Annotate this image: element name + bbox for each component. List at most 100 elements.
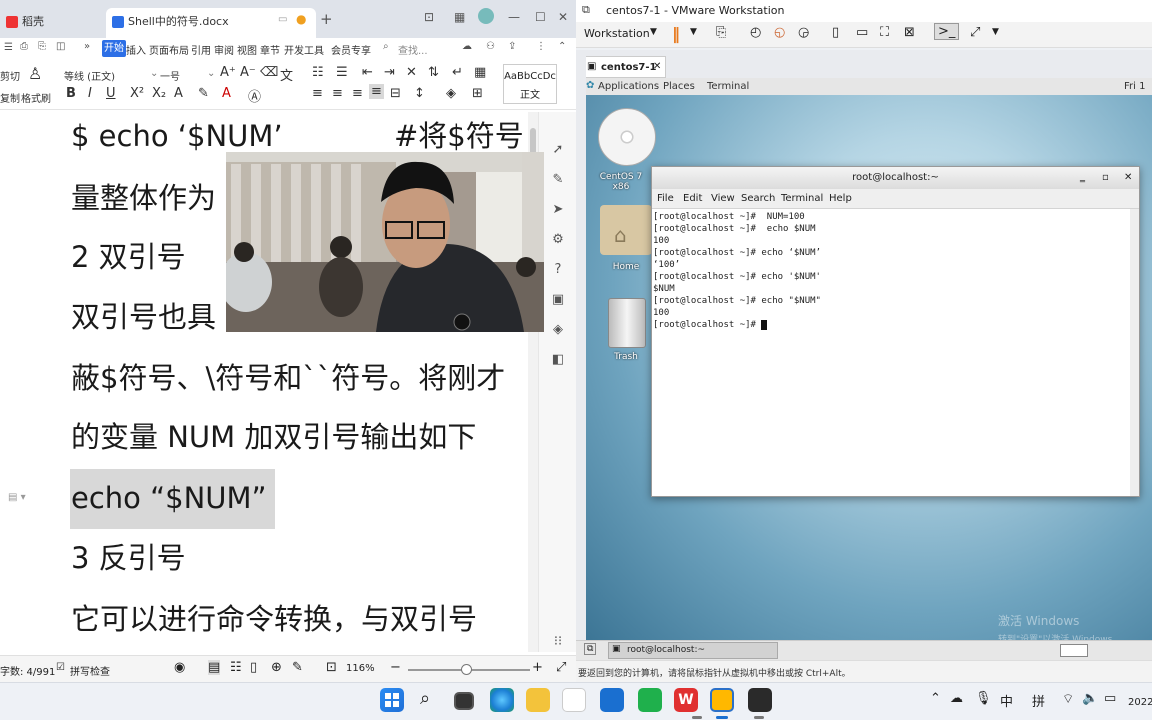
minimize-icon[interactable]: ‗ — [1080, 167, 1085, 189]
microphone-icon[interactable]: 🎙 — [975, 691, 992, 706]
menu-references[interactable]: 引用 — [191, 42, 211, 57]
dvd-icon[interactable] — [598, 108, 656, 166]
cut-button[interactable]: 剪切 — [0, 68, 20, 83]
vm-tab-centos[interactable]: ▣ centos7-1 ✕ — [582, 56, 666, 78]
edge-browser-icon[interactable] — [490, 688, 514, 712]
more-icon[interactable]: » — [84, 41, 90, 52]
pause-icon[interactable]: ‖ — [672, 24, 680, 43]
desktop-icon-label[interactable]: CentOS 7 x86 — [590, 172, 652, 192]
word-count[interactable]: 字数: 4/991 — [0, 663, 55, 678]
share-user-icon[interactable]: ⚇ — [486, 41, 495, 52]
security-icon[interactable] — [600, 688, 624, 712]
italic-button[interactable]: I — [88, 86, 92, 101]
taskbar-clock[interactable]: 2022 — [1128, 697, 1152, 708]
outline-icon[interactable]: ▤ ▾ — [8, 492, 26, 503]
cloud-icon[interactable]: ☁ — [462, 41, 472, 52]
menu-developer[interactable]: 开发工具 — [284, 42, 324, 57]
chevron-down-icon[interactable]: ▼ — [690, 27, 697, 37]
distributed-icon[interactable]: ⊟ — [390, 86, 401, 101]
writing-view-icon[interactable]: ✎ — [292, 660, 303, 675]
rocket-icon[interactable]: ➚ — [550, 142, 566, 158]
terminal-menu-file[interactable]: File — [657, 193, 674, 204]
spellcheck-toggle[interactable]: 拼写检查 — [70, 663, 110, 678]
style-gallery[interactable]: AaBbCcDc 正文 — [503, 64, 557, 104]
chevron-down-icon[interactable]: ⌄ — [150, 68, 158, 79]
terminal-title-bar[interactable]: root@localhost:~ ‗ ▫ ✕ — [652, 167, 1139, 189]
select-cursor-icon[interactable]: ➤ — [550, 202, 566, 218]
terminal-menu-search[interactable]: Search — [741, 193, 775, 204]
bullets-icon[interactable]: ☷ — [312, 65, 324, 80]
task-view-icon[interactable] — [454, 692, 474, 710]
terminal-window[interactable]: root@localhost:~ ‗ ▫ ✕ File Edit View Se… — [651, 166, 1140, 497]
save-icon[interactable]: ⎙ — [20, 41, 28, 52]
eye-protection-icon[interactable]: ◉ — [174, 660, 185, 675]
home-folder-icon[interactable]: ⌂ — [600, 205, 652, 255]
underline-button[interactable]: U — [106, 86, 116, 101]
align-center-icon[interactable]: ≡ — [332, 86, 343, 101]
tab-document[interactable]: Shell中的符号.docx ▭ ● — [106, 8, 316, 38]
search-input[interactable]: 查找... — [398, 42, 428, 57]
menu-member[interactable]: 会员专享 — [331, 42, 371, 57]
search-icon[interactable]: ⌕ — [420, 688, 430, 709]
terminal-output[interactable]: [root@localhost ~]# NUM=100 [root@localh… — [652, 209, 1130, 496]
line-spacing-icon[interactable]: ↕ — [414, 86, 425, 101]
collapse-ribbon-icon[interactable]: ⌃ — [558, 41, 566, 52]
tab-daoke[interactable]: 稻壳 — [0, 8, 100, 38]
char-border-icon[interactable]: Ⓐ — [248, 86, 261, 105]
show-desktop-icon[interactable]: ⧉ — [584, 643, 597, 655]
wps-office-icon[interactable]: W — [674, 688, 698, 712]
desktop-icon-label[interactable]: Trash — [600, 352, 652, 362]
terminal-menu-view[interactable]: View — [711, 193, 735, 204]
font-name-select[interactable]: 等线 (正文) — [64, 68, 156, 83]
cloud-icon[interactable]: ☁ — [950, 691, 963, 706]
share-icon[interactable]: ⇪ — [508, 41, 516, 52]
messaging-icon[interactable] — [638, 688, 662, 712]
format-painter-button[interactable]: 格式刷 — [21, 90, 51, 105]
close-icon[interactable]: ✕ — [653, 61, 661, 72]
chinese-layout-icon[interactable]: ✕ — [406, 65, 417, 80]
gnome-places-menu[interactable]: Places — [663, 81, 695, 92]
maximize-icon[interactable]: ☐ — [535, 10, 546, 24]
trash-icon[interactable] — [608, 298, 646, 348]
show-marks-icon[interactable]: ↵ — [452, 65, 463, 80]
volume-icon[interactable]: 🔈 — [1082, 691, 1098, 706]
shrink-font-icon[interactable]: A⁻ — [240, 65, 256, 80]
terminal-menu-help[interactable]: Help — [829, 193, 852, 204]
new-tab-button[interactable]: + — [320, 10, 333, 28]
table-icon[interactable]: ▦ — [474, 65, 486, 80]
menu-chapter[interactable]: 章节 — [260, 42, 280, 57]
file-menu-icon[interactable]: ☰ — [4, 42, 13, 53]
file-explorer-icon[interactable] — [526, 688, 550, 712]
grow-font-icon[interactable]: A⁺ — [220, 65, 236, 80]
snapshot-manager-icon[interactable]: ◶ — [798, 25, 809, 40]
copy-button[interactable]: 复制 — [0, 90, 20, 105]
zoom-level[interactable]: 116% — [346, 663, 375, 674]
ime-chinese[interactable]: 中 — [1000, 691, 1013, 710]
options-icon[interactable]: ⋮ — [536, 41, 546, 52]
menu-page-layout[interactable]: 页面布局 — [149, 42, 189, 57]
snapshot-icon[interactable]: ◴ — [750, 25, 761, 40]
numbering-icon[interactable]: ☰ — [336, 65, 348, 80]
pen-icon[interactable]: ✎ — [550, 172, 566, 188]
terminal-menu-edit[interactable]: Edit — [683, 193, 702, 204]
send-keys-icon[interactable]: ⎘ — [716, 25, 726, 40]
bold-button[interactable]: B — [66, 86, 76, 101]
checkbox-icon[interactable]: ☑ — [56, 662, 65, 673]
page-view-icon[interactable]: ▤ — [208, 660, 221, 675]
image-icon[interactable]: ▣ — [550, 292, 566, 308]
superscript-button[interactable]: X² — [130, 86, 144, 101]
text-effect-icon[interactable]: A — [174, 86, 183, 101]
apps-grid-icon[interactable]: ▦ — [454, 10, 465, 24]
highlight-icon[interactable]: ✎ — [198, 86, 209, 101]
more-dots-icon[interactable]: ⁝⁝ — [550, 634, 566, 650]
chevron-down-icon[interactable]: ⌄ — [207, 68, 215, 79]
gnome-applications-menu[interactable]: Applications — [598, 81, 659, 92]
gnome-clock[interactable]: Fri 1 — [1124, 81, 1145, 92]
subscript-button[interactable]: X₂ — [152, 86, 166, 101]
format-painter-icon[interactable]: ♙ — [28, 64, 42, 83]
start-button[interactable] — [380, 688, 404, 712]
layout-icon[interactable]: ⊡ — [424, 10, 434, 24]
vmware-taskbar-icon[interactable] — [710, 688, 734, 712]
clear-format-icon[interactable]: ⌫ — [260, 65, 278, 80]
stretch-icon[interactable]: ⤢ — [970, 25, 980, 40]
